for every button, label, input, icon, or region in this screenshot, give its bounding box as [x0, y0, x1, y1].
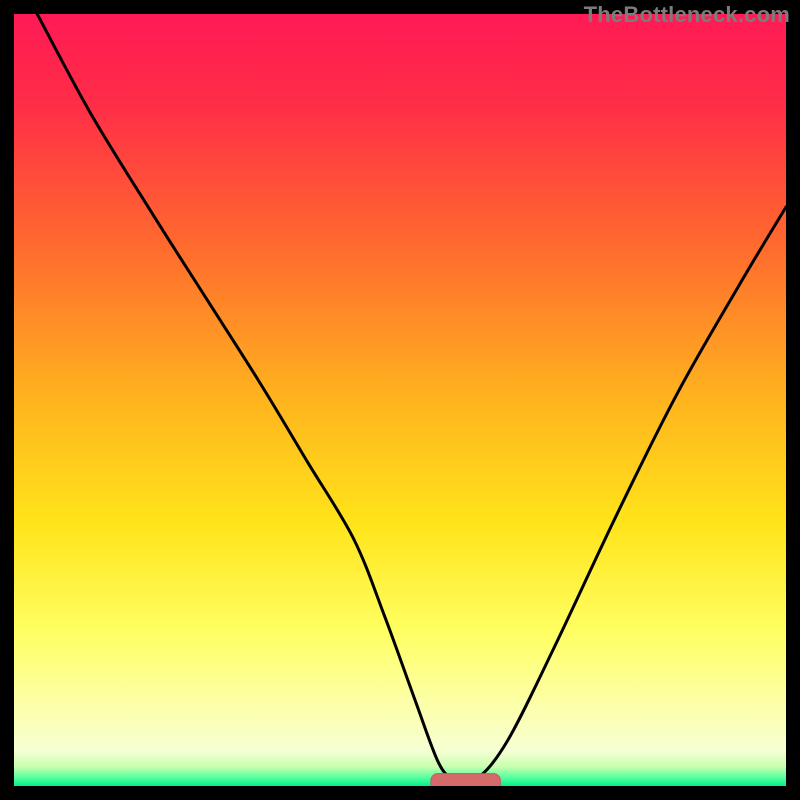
optimal-marker [431, 774, 501, 786]
bottleneck-plot [14, 14, 786, 786]
chart-frame: TheBottleneck.com [0, 0, 800, 800]
watermark-text: TheBottleneck.com [584, 2, 790, 28]
gradient-background [14, 14, 786, 786]
